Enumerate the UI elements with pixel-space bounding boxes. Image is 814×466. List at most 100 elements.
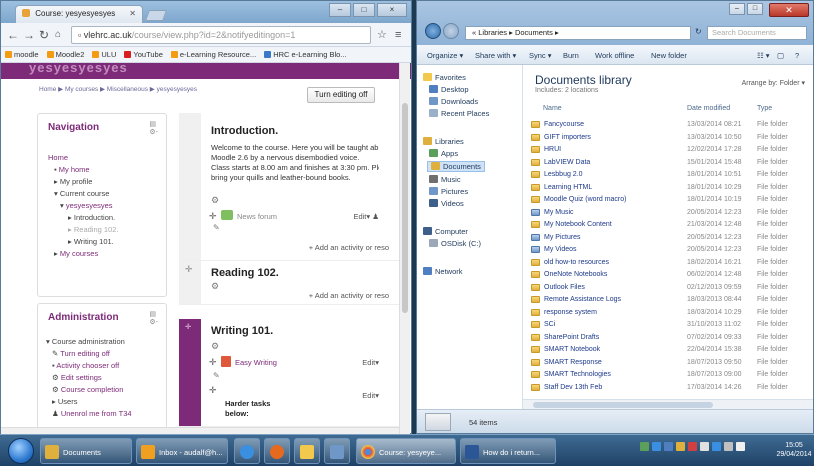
nav-writing[interactable]: ▸ Writing 101. [48,236,118,248]
back-arrow-icon[interactable] [425,23,441,39]
search-input[interactable]: Search Documents [707,26,807,40]
edit-menu[interactable]: Edit▾ [362,391,379,400]
tray-app-icon[interactable] [652,442,661,452]
network-icon[interactable] [724,442,733,452]
file-row[interactable]: Lesbbug 2.0 18/01/2014 10:51 File folder [531,169,803,180]
star-icon[interactable]: ☆ [377,28,387,42]
admin-course-completion[interactable]: ⚙ Course completion [46,384,132,396]
move-cross-icon[interactable]: ✛ [185,264,193,275]
admin-turn-editing-off[interactable]: ✎ Turn editing off [46,348,132,360]
file-row[interactable]: SCi 31/10/2013 11:02 File folder [531,319,803,330]
tray-app-icon[interactable] [676,442,685,452]
scrollbar-thumb[interactable] [533,402,713,408]
scrollbar-thumb[interactable] [402,103,408,313]
breadcrumb[interactable]: Home ▶ My courses ▶ Miscellaneous ▶ yesy… [39,85,279,95]
admin-edit-settings[interactable]: ⚙ Edit settings [46,372,132,384]
reload-icon[interactable]: ↻ [39,28,49,42]
file-row[interactable]: Fancycourse 13/03/2014 08:21 File folder [531,119,803,130]
move-cross-icon[interactable]: ✛ [185,322,191,331]
gear-icon[interactable]: ⚙ [211,341,219,352]
bookmark-item[interactable]: ULU [92,50,116,59]
nav-home[interactable]: Home [48,152,118,164]
new-folder-button[interactable]: New folder [651,51,687,60]
nav-libraries[interactable]: Libraries [423,137,464,146]
bookmark-item[interactable]: moodle [5,50,39,59]
column-header-type[interactable]: Type [757,105,772,112]
nav-current-course[interactable]: ▾ Current course [48,188,118,200]
nav-favorites[interactable]: Favorites [423,73,466,82]
taskbar-firefox[interactable] [264,438,290,464]
bookmark-item[interactable]: e-Learning Resource... [170,50,256,59]
tray-app-icon[interactable] [640,442,649,452]
close-tab-icon[interactable]: ✕ [129,9,136,18]
maximize-button[interactable]: □ [353,3,375,17]
nav-reading[interactable]: ▸ Reading 102. [48,224,118,236]
file-row[interactable]: Outlook Files 02/12/2013 09:59 File folder [531,282,803,293]
move-cross-icon[interactable]: ✛ [209,357,217,368]
horizontal-scrollbar[interactable] [523,399,813,409]
nav-music[interactable]: Music [429,175,461,184]
work-offline-button[interactable]: Work offline [595,51,634,60]
admin-activity-chooser[interactable]: ▪ Activity chooser off [46,360,132,372]
nav-desktop[interactable]: Desktop [429,85,469,94]
help-icon[interactable]: ? [795,51,799,60]
sync-button[interactable]: Sync ▾ [529,51,552,60]
nav-recent[interactable]: Recent Places [429,109,489,118]
file-row[interactable]: SMART Response 18/07/2013 09:50 File folde… [531,357,803,368]
tray-app-icon[interactable] [688,442,697,452]
refresh-icon[interactable]: ↻ [695,27,702,36]
close-window-button[interactable]: ✕ [769,3,809,17]
news-forum-link[interactable]: News forum [237,212,277,221]
nav-documents[interactable]: Documents [427,161,485,172]
file-row[interactable]: Moodle Quiz (word macro) 18/01/2014 10:19… [531,194,803,205]
tray-app-icon[interactable] [712,442,721,452]
nav-my-courses[interactable]: ▸ My courses [48,248,118,260]
block-controls-icon[interactable]: ▤ ⚙‑ [149,310,158,326]
gear-icon[interactable]: ⚙ [211,195,219,206]
start-button[interactable] [8,438,34,464]
file-row[interactable]: Staff Dev 13th Feb 17/03/2014 14:26 File f… [531,382,803,393]
address-bar[interactable]: ▫ vlehrc.ac.uk/course/view.php?id=2&noti… [71,26,371,44]
home-icon[interactable]: ⌂ [55,28,61,42]
share-with-button[interactable]: Share with ▾ [475,51,516,60]
nav-my-profile[interactable]: ▸ My profile [48,176,118,188]
file-row[interactable]: My Notebook Content 21/03/2014 12:48 File … [531,219,803,230]
tab-course[interactable]: Course: yesyesyesyes ✕ [15,5,143,23]
view-options-icon[interactable]: ☷ ▾ [757,51,770,60]
clock[interactable]: 15:05 29/04/2014 [776,441,812,459]
preview-pane-icon[interactable]: ▢ [777,51,784,60]
block-controls-icon[interactable]: ▤ ⚙‑ [149,120,158,136]
nav-videos[interactable]: Videos [429,199,464,208]
column-header-date[interactable]: Date modified [687,105,730,112]
file-row[interactable]: SMART Notebook 22/04/2014 15:38 File folde… [531,344,803,355]
file-row[interactable]: My Music 20/05/2014 12:23 File folder [531,207,803,218]
address-bar[interactable]: « Libraries ▸ Documents ▸ [465,26,691,40]
add-activity-link[interactable]: + Add an activity or reso [309,243,389,252]
turn-editing-off-button[interactable]: Turn editing off [307,87,375,103]
nav-osdisk[interactable]: OSDisk (C:) [429,239,481,248]
move-cross-icon[interactable]: ✛ [209,385,217,396]
pencil-icon[interactable]: ✎ [213,223,220,232]
close-window-button[interactable]: × [377,3,407,17]
tray-app-icon[interactable] [700,442,709,452]
column-header-name[interactable]: Name [543,105,562,112]
bookmark-item[interactable]: YouTube [124,50,163,59]
taskbar-ie[interactable] [234,438,260,464]
organize-button[interactable]: Organize ▾ [427,51,463,60]
forward-arrow-icon[interactable]: → [23,28,35,42]
minimize-button[interactable]: – [329,3,351,17]
edit-menu[interactable]: Edit▾ ♟ [353,212,379,221]
nav-computer[interactable]: Computer [423,227,468,236]
file-row[interactable]: HRUI 12/02/2014 17:28 File folder [531,144,803,155]
file-row[interactable]: response system 18/03/2014 10:29 File fold… [531,307,803,318]
admin-unenrol[interactable]: ♟ Unenrol me from T34 [46,408,132,420]
bookmark-item[interactable]: HRC e-Learning Blo... [264,50,347,59]
admin-users[interactable]: ▸ Users [46,396,132,408]
admin-course-administration[interactable]: ▾ Course administration [46,336,132,348]
add-activity-link[interactable]: + Add an activity or reso [309,291,389,300]
nav-apps[interactable]: Apps [429,149,458,158]
maximize-button[interactable]: □ [747,3,763,15]
file-row[interactable]: SMART Technologies 18/07/2013 09:00 File f… [531,369,803,380]
file-row[interactable]: Learning HTML 18/01/2014 10:29 File folder [531,182,803,193]
bookmark-item[interactable]: Moodle2 [46,50,84,59]
